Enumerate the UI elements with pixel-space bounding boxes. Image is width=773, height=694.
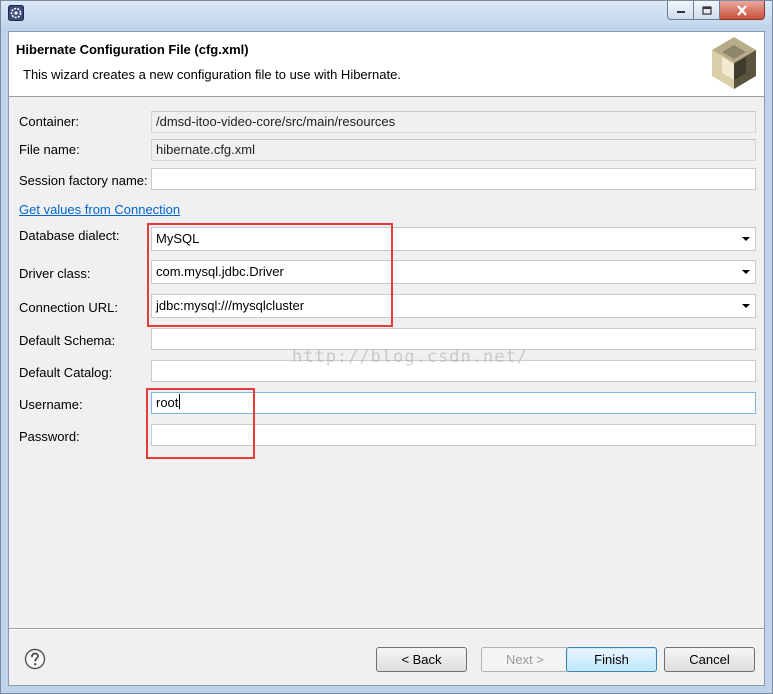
database-dialect-label: Database dialect: — [19, 228, 120, 243]
connection-url-label: Connection URL: — [19, 300, 118, 315]
database-dialect-combo[interactable]: MySQL — [151, 227, 756, 251]
close-button[interactable] — [720, 1, 765, 20]
file-name-label: File name: — [19, 142, 80, 157]
close-icon — [737, 4, 747, 16]
container-label: Container: — [19, 114, 79, 129]
footer-separator — [9, 628, 764, 630]
title-bar[interactable] — [1, 1, 772, 27]
username-value: root — [156, 395, 179, 410]
minimize-button[interactable] — [667, 1, 694, 20]
maximize-button[interactable] — [694, 1, 720, 20]
default-schema-label: Default Schema: — [19, 333, 116, 348]
container-field: /dmsd-itoo-video-core/src/main/resources — [151, 111, 756, 133]
default-catalog-label: Default Catalog: — [19, 365, 113, 380]
wizard-header: Hibernate Configuration File (cfg.xml) T… — [9, 32, 764, 97]
file-name-field: hibernate.cfg.xml — [151, 139, 756, 161]
page-description: This wizard creates a new configuration … — [23, 67, 401, 82]
default-schema-input[interactable] — [151, 328, 756, 350]
hibernate-logo-icon — [712, 37, 756, 89]
database-dialect-value: MySQL — [156, 231, 200, 246]
session-factory-name-input[interactable] — [151, 168, 756, 190]
minimize-icon — [676, 11, 685, 13]
window-controls — [667, 1, 765, 21]
finish-button[interactable]: Finish — [566, 647, 657, 672]
wizard-window: Hibernate Configuration File (cfg.xml) T… — [0, 0, 773, 694]
password-label: Password: — [19, 429, 80, 444]
driver-class-combo[interactable]: com.mysql.jdbc.Driver — [151, 260, 756, 284]
driver-class-label: Driver class: — [19, 266, 91, 281]
back-button[interactable]: < Back — [376, 647, 467, 672]
chevron-down-icon[interactable] — [742, 270, 750, 274]
chevron-down-icon[interactable] — [742, 304, 750, 308]
driver-class-value: com.mysql.jdbc.Driver — [156, 264, 284, 279]
connection-url-combo[interactable]: jdbc:mysql:///mysqlcluster — [151, 294, 756, 318]
text-caret — [179, 394, 181, 409]
next-button[interactable]: Next > — [481, 647, 569, 672]
username-input[interactable]: root — [151, 392, 756, 414]
chevron-down-icon[interactable] — [742, 237, 750, 241]
page-title: Hibernate Configuration File (cfg.xml) — [16, 42, 249, 57]
username-label: Username: — [19, 397, 83, 412]
maximize-icon — [701, 5, 712, 15]
help-icon[interactable] — [24, 648, 46, 670]
wizard-client-area: Hibernate Configuration File (cfg.xml) T… — [8, 31, 765, 686]
cancel-button[interactable]: Cancel — [664, 647, 755, 672]
password-input[interactable] — [151, 424, 756, 446]
default-catalog-input[interactable] — [151, 360, 756, 382]
session-factory-name-label: Session factory name: — [19, 173, 148, 188]
get-values-from-connection-link[interactable]: Get values from Connection — [19, 202, 180, 217]
connection-url-value: jdbc:mysql:///mysqlcluster — [156, 298, 305, 313]
eclipse-app-icon — [8, 5, 24, 21]
